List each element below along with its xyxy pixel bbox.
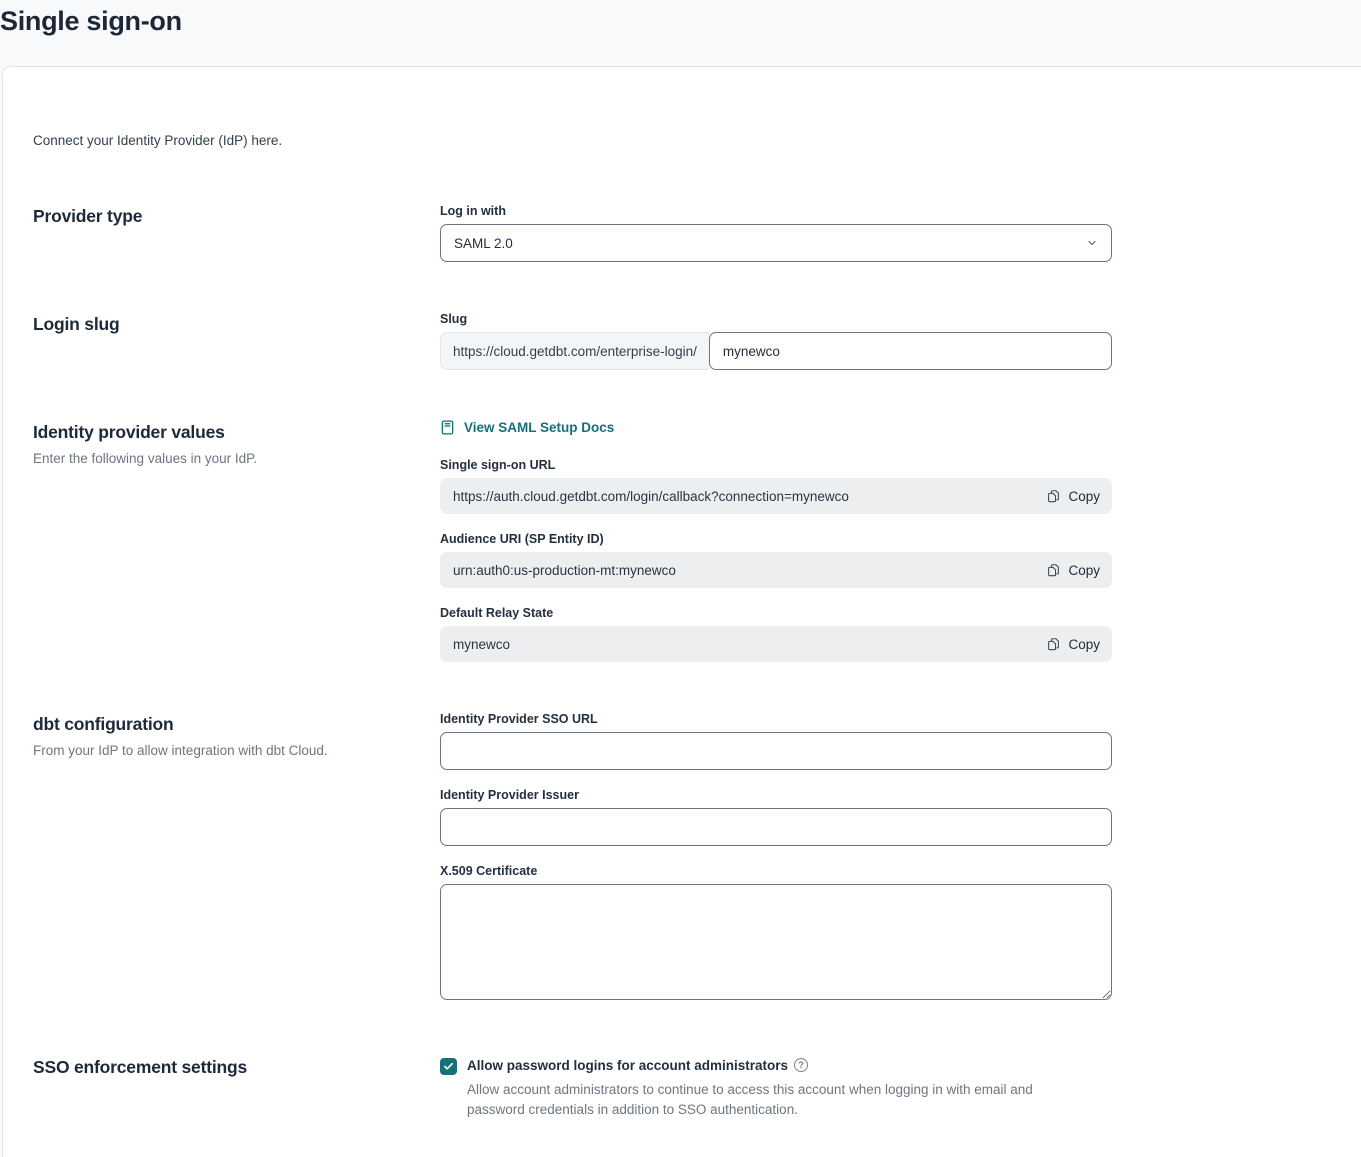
login-slug-heading: Login slug bbox=[33, 314, 440, 335]
copy-button-label: Copy bbox=[1068, 563, 1100, 578]
copy-icon bbox=[1047, 637, 1060, 651]
slug-input[interactable] bbox=[709, 332, 1112, 370]
view-saml-docs-label: View SAML Setup Docs bbox=[464, 420, 614, 435]
sso-url-value: https://auth.cloud.getdbt.com/login/call… bbox=[453, 489, 849, 504]
page-title: Single sign-on bbox=[0, 3, 1361, 39]
x509-certificate-textarea[interactable] bbox=[440, 884, 1112, 1000]
view-saml-docs-link[interactable]: View SAML Setup Docs bbox=[440, 420, 614, 435]
section-idp-values: Identity provider values Enter the follo… bbox=[33, 420, 1361, 662]
relay-state-field: mynewco Copy bbox=[440, 626, 1112, 662]
copy-icon bbox=[1047, 489, 1060, 503]
checkmark-icon bbox=[443, 1061, 454, 1072]
idp-values-subheading: Enter the following values in your IdP. bbox=[33, 451, 440, 466]
page-header: Single sign-on bbox=[0, 0, 1361, 66]
dbt-configuration-subheading: From your IdP to allow integration with … bbox=[33, 743, 440, 758]
idp-issuer-label: Identity Provider Issuer bbox=[440, 788, 1112, 802]
document-icon bbox=[440, 420, 455, 435]
copy-icon bbox=[1047, 563, 1060, 577]
slug-label: Slug bbox=[440, 312, 1112, 326]
copy-button-label: Copy bbox=[1068, 489, 1100, 504]
log-in-with-label: Log in with bbox=[440, 204, 1112, 218]
chevron-down-icon bbox=[1086, 237, 1098, 249]
settings-card: Connect your Identity Provider (IdP) her… bbox=[2, 66, 1361, 1157]
copy-audience-uri-button[interactable]: Copy bbox=[1047, 563, 1100, 578]
login-with-selected-value: SAML 2.0 bbox=[454, 236, 513, 251]
login-with-select[interactable]: SAML 2.0 bbox=[440, 224, 1112, 262]
sso-enforcement-heading: SSO enforcement settings bbox=[33, 1057, 440, 1078]
audience-uri-field: urn:auth0:us-production-mt:mynewco Copy bbox=[440, 552, 1112, 588]
allow-password-logins-description: Allow account administrators to continue… bbox=[467, 1080, 1092, 1120]
idp-issuer-input[interactable] bbox=[440, 808, 1112, 846]
copy-relay-state-button[interactable]: Copy bbox=[1047, 637, 1100, 652]
slug-input-group: https://cloud.getdbt.com/enterprise-logi… bbox=[440, 332, 1112, 370]
relay-state-value: mynewco bbox=[453, 637, 510, 652]
audience-uri-label: Audience URI (SP Entity ID) bbox=[440, 532, 1112, 546]
audience-uri-value: urn:auth0:us-production-mt:mynewco bbox=[453, 563, 676, 578]
intro-text: Connect your Identity Provider (IdP) her… bbox=[33, 133, 1361, 148]
help-icon[interactable]: ? bbox=[794, 1058, 808, 1072]
section-provider-type: Provider type Log in with SAML 2.0 bbox=[33, 204, 1361, 262]
section-login-slug: Login slug Slug https://cloud.getdbt.com… bbox=[33, 312, 1361, 370]
sso-url-field: https://auth.cloud.getdbt.com/login/call… bbox=[440, 478, 1112, 514]
section-dbt-configuration: dbt configuration From your IdP to allow… bbox=[33, 712, 1361, 1005]
section-sso-enforcement: SSO enforcement settings Allow password … bbox=[33, 1055, 1361, 1120]
copy-button-label: Copy bbox=[1068, 637, 1100, 652]
allow-password-logins-checkbox[interactable] bbox=[440, 1058, 457, 1075]
provider-type-heading: Provider type bbox=[33, 206, 440, 227]
slug-url-prefix: https://cloud.getdbt.com/enterprise-logi… bbox=[440, 332, 709, 370]
idp-sso-url-input[interactable] bbox=[440, 732, 1112, 770]
idp-sso-url-label: Identity Provider SSO URL bbox=[440, 712, 1112, 726]
sso-url-label: Single sign-on URL bbox=[440, 458, 1112, 472]
copy-sso-url-button[interactable]: Copy bbox=[1047, 489, 1100, 504]
allow-password-logins-label: Allow password logins for account admini… bbox=[467, 1058, 788, 1073]
relay-state-label: Default Relay State bbox=[440, 606, 1112, 620]
x509-certificate-label: X.509 Certificate bbox=[440, 864, 1112, 878]
idp-values-heading: Identity provider values bbox=[33, 422, 440, 443]
dbt-configuration-heading: dbt configuration bbox=[33, 714, 440, 735]
